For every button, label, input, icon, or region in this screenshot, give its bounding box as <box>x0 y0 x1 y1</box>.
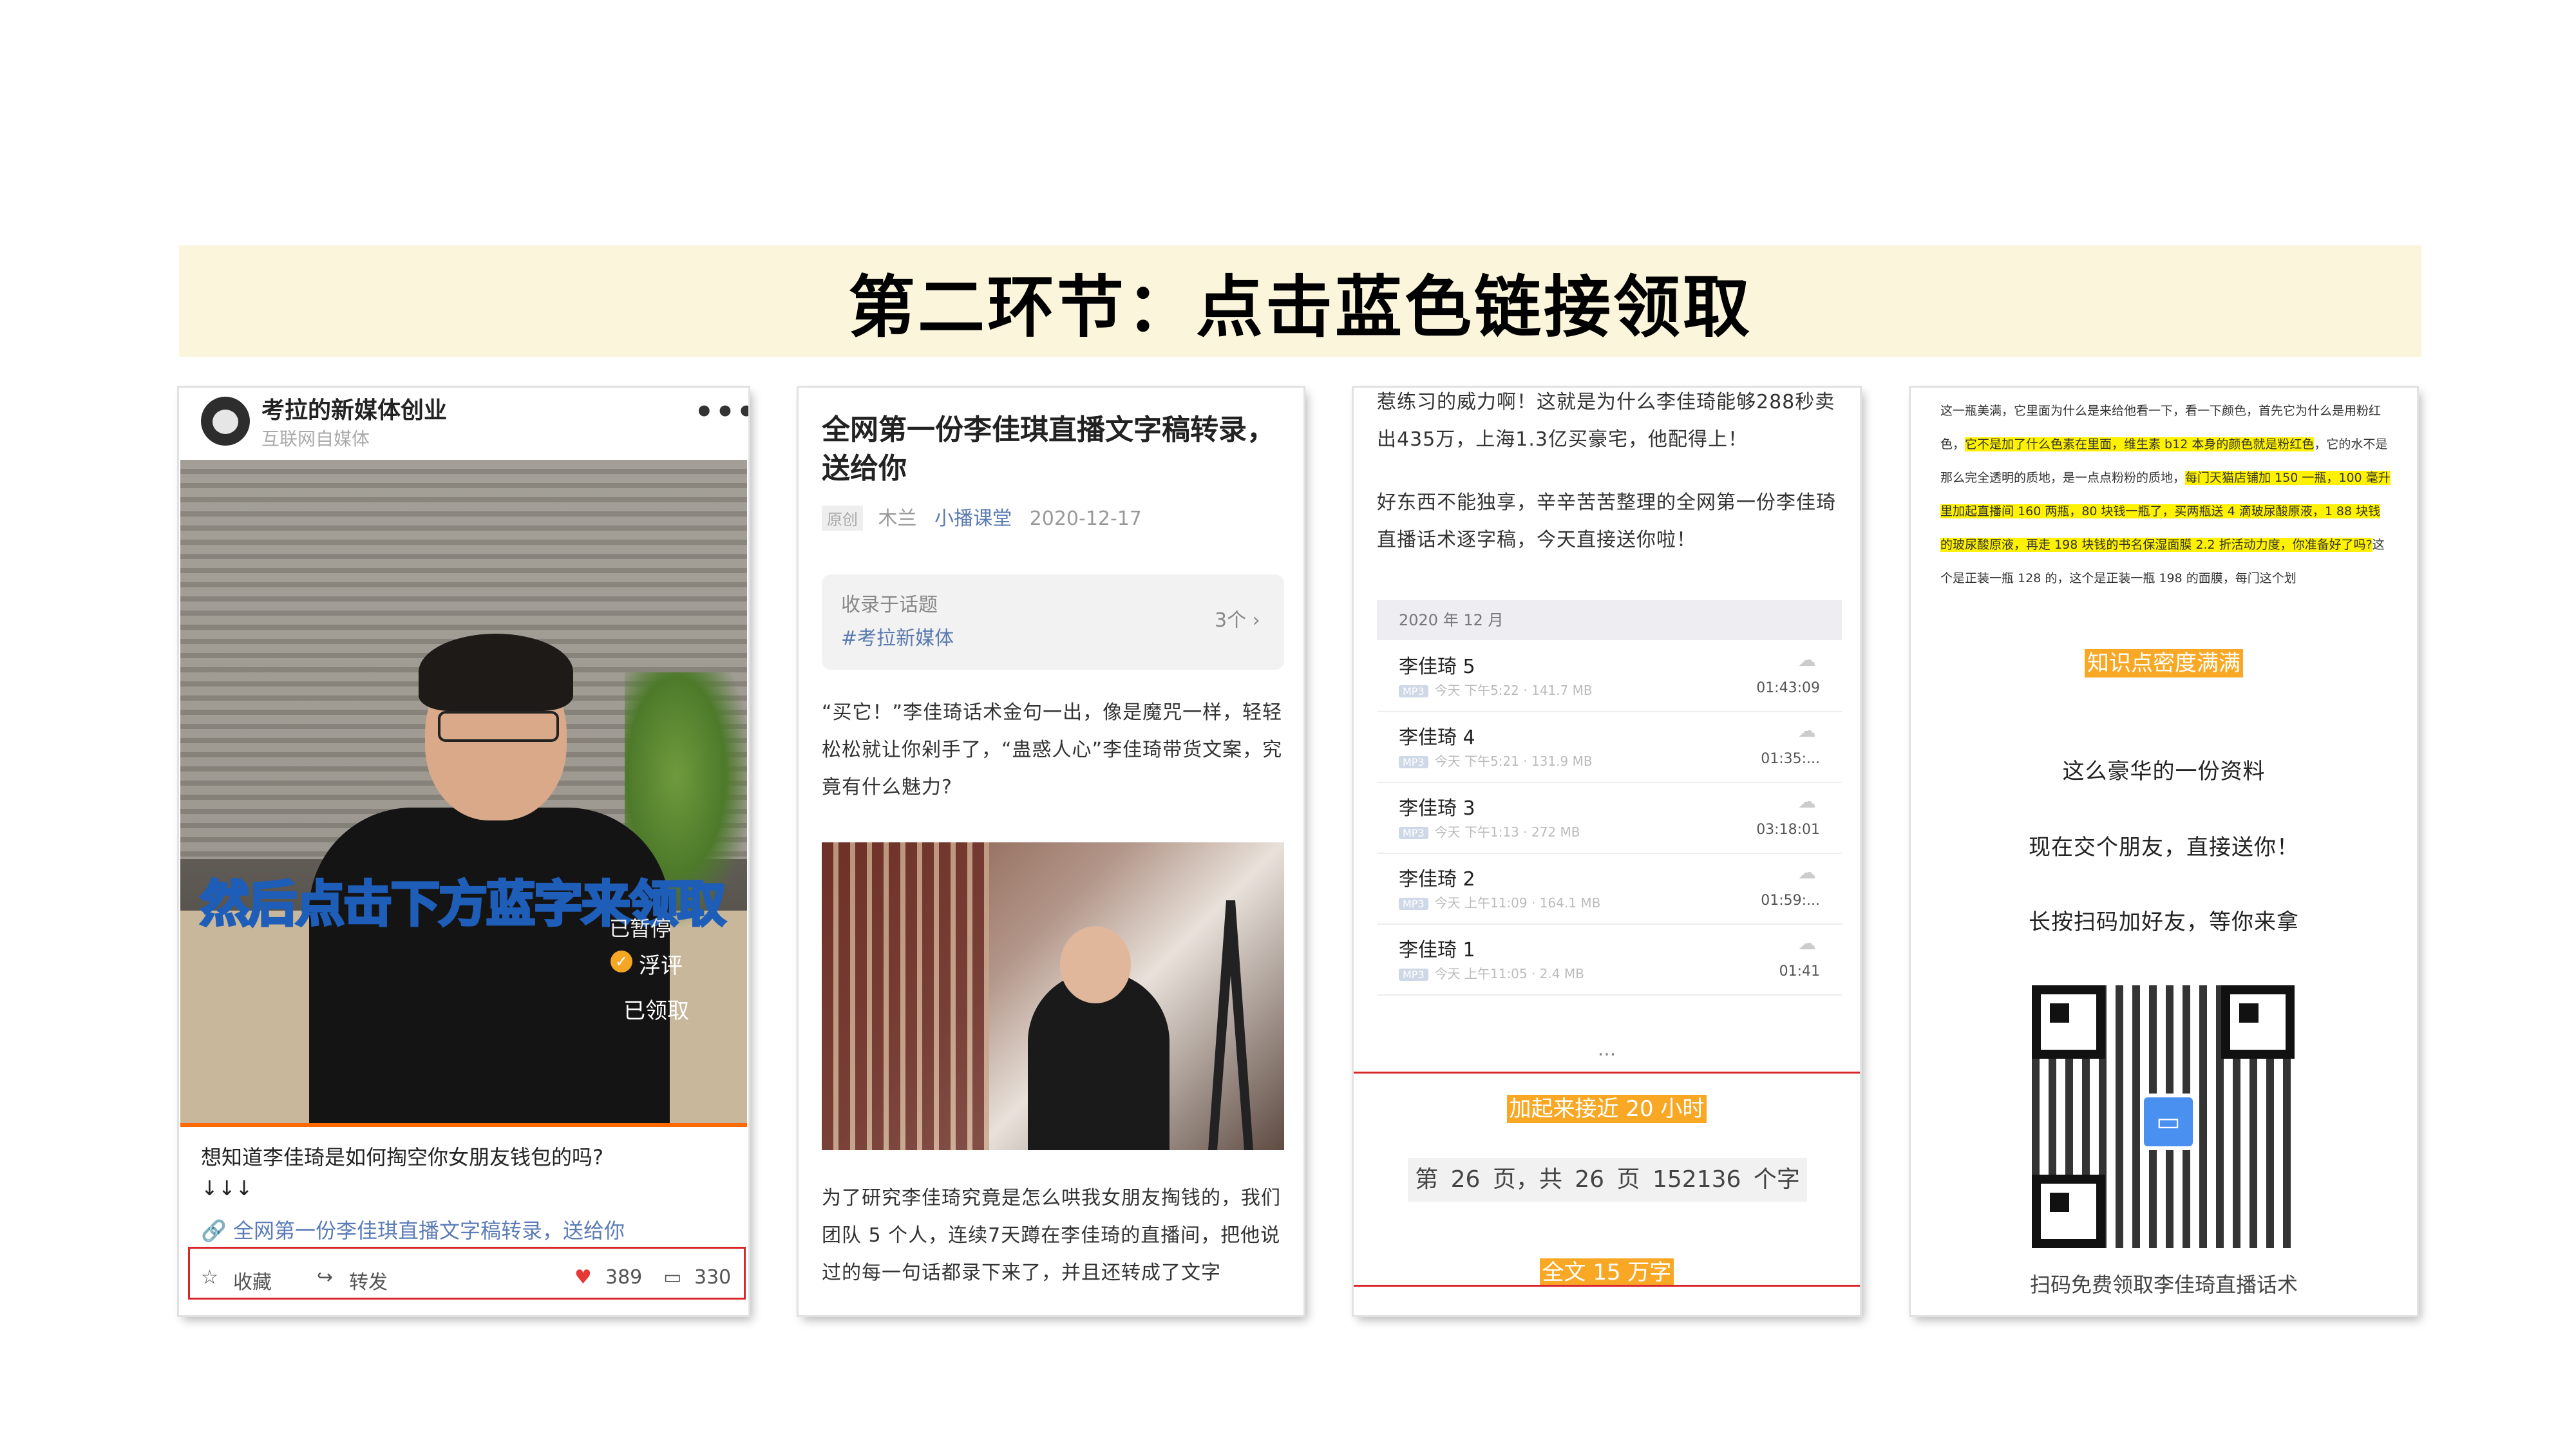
video-post-card: 考拉的新媒体创业 互联网自媒体 ••• 然后点击下方蓝字来领取 已暂停 ✓ 浮评… <box>179 388 748 1315</box>
cloud-icon[interactable]: ☁ <box>1798 720 1816 741</box>
file-meta: MP3 今天 上午11:05 · 2.4 MB <box>1399 963 1584 982</box>
file-meta-text: 今天 下午5:21 · 131.9 MB <box>1434 753 1593 769</box>
float-comment-toggle[interactable]: 浮评 <box>639 948 683 980</box>
topic-link[interactable]: #考拉新媒体 <box>841 622 954 650</box>
account-name[interactable]: 考拉的新媒体创业 <box>261 392 447 425</box>
audio-file-row[interactable]: 李佳琦 1 MP3 今天 上午11:05 · 2.4 MB ☁ 01:41 <box>1377 923 1842 996</box>
article-link[interactable]: 🔗 全网第一份李佳琪直播文字稿转录，送给你 <box>201 1215 625 1244</box>
cloud-icon[interactable]: ☁ <box>1798 791 1816 812</box>
knowledge-highlight: 知识点密度满满 <box>1911 645 2417 677</box>
audio-file-row[interactable]: 李佳琦 3 MP3 今天 下午1:13 · 272 MB ☁ 03:18:01 <box>1377 782 1842 854</box>
post-description: 想知道李佳琦是如何掏空你女朋友钱包的吗? <box>201 1145 603 1170</box>
presenter-hair <box>419 634 573 711</box>
promo-line-1: 这么豪华的一份资料 <box>2062 759 2266 784</box>
qr-finder-top-right <box>2221 985 2295 1059</box>
presenter-glasses <box>438 711 559 742</box>
host-head <box>1060 926 1131 1003</box>
claimed-label: 已领取 <box>623 998 689 1024</box>
file-meta-text: 今天 下午5:22 · 141.7 MB <box>1434 683 1593 698</box>
file-duration: 01:43:09 <box>1756 680 1820 696</box>
article-text-offer: 好东西不能独享，辛辛苦苦整理的全网第一份李佳琦直播话术逐字稿，今天直接送你啦！ <box>1377 491 1836 551</box>
article-body: 为了研究李佳琦究竟是怎么哄我女朋友掏钱的，我们团队 5 个人，连续7天蹲在李佳琦… <box>822 1187 1281 1284</box>
promo-line-3: 长按扫码加好友，等你来拿 <box>2029 909 2299 935</box>
audio-file-row[interactable]: 李佳琦 4 MP3 今天 下午5:21 · 131.9 MB ☁ 01:35:..… <box>1377 711 1842 783</box>
file-meta-text: 今天 上午11:05 · 2.4 MB <box>1434 966 1584 981</box>
qr-caption: 扫码免费领取李佳琦直播话术 <box>2029 1273 2298 1297</box>
cloud-icon[interactable]: ☁ <box>1798 933 1816 954</box>
more-options-icon[interactable]: ••• <box>694 394 748 430</box>
check-icon: ✓ <box>611 951 632 972</box>
video-progress-bar[interactable] <box>180 1123 747 1127</box>
qr-finder-top-left <box>2032 985 2105 1059</box>
mp3-tag: MP3 <box>1399 685 1428 697</box>
slide-title: 第二环节：点击蓝色链接领取 <box>848 268 1752 346</box>
file-name: 李佳琦 3 <box>1399 797 1475 820</box>
file-meta: MP3 今天 下午1:13 · 272 MB <box>1399 822 1580 840</box>
cloud-icon[interactable]: ☁ <box>1798 862 1816 883</box>
file-meta-text: 今天 上午11:09 · 164.1 MB <box>1434 895 1601 911</box>
account-subtitle: 互联网自媒体 <box>261 428 370 450</box>
file-name: 李佳琦 4 <box>1399 726 1475 749</box>
topic-box[interactable]: 收录于话题 #考拉新媒体 3个 › <box>822 574 1284 670</box>
article-text-top: 惹练习的威力啊！这就是为什么李佳琦能够288秒卖出435万，上海1.3亿买豪宅，… <box>1377 391 1835 451</box>
audio-files-card: 惹练习的威力啊！这就是为什么李佳琦能够288秒卖出435万，上海1.3亿买豪宅，… <box>1354 388 1860 1315</box>
cloud-icon[interactable]: ☁ <box>1798 649 1816 670</box>
article-link-text[interactable]: 全网第一份李佳琪直播文字稿转录，送给你 <box>233 1218 625 1243</box>
file-duration: 01:35:... <box>1761 751 1820 767</box>
file-name: 李佳琦 1 <box>1399 939 1475 961</box>
livestream-photo <box>822 842 1284 1150</box>
paused-label: 已暂停 <box>609 916 672 941</box>
lipstick-shelf <box>822 842 989 1150</box>
transcript-b: 它不是加了什么色素在里面，维生素 b12 本身的颜色就是粉红色 <box>1965 437 2315 451</box>
article-card: 全网第一份李佳琪直播文字稿转录，送给你 原创 木兰 小播课堂 2020-12-1… <box>799 388 1303 1315</box>
more-files-ellipsis: ... <box>1597 1038 1616 1061</box>
topic-label: 收录于话题 <box>841 594 938 616</box>
file-meta-text: 今天 下午1:13 · 272 MB <box>1434 824 1580 840</box>
article-date: 2020-12-17 <box>1029 507 1142 530</box>
promo-line-2: 现在交个朋友，直接送你！ <box>2029 835 2299 860</box>
article-author: 木兰 <box>878 507 917 530</box>
original-tag: 原创 <box>822 506 863 531</box>
article-meta: 原创 木兰 小播课堂 2020-12-17 <box>822 502 1142 531</box>
channel-link[interactable]: 小播课堂 <box>934 507 1012 530</box>
mp3-tag: MP3 <box>1399 969 1428 981</box>
article-title: 全网第一份李佳琪直播文字稿转录，送给你 <box>822 413 1275 485</box>
file-meta: MP3 今天 下午5:22 · 141.7 MB <box>1399 680 1593 699</box>
qr-code[interactable]: ▭ <box>2032 985 2295 1248</box>
file-name: 李佳琦 5 <box>1399 656 1475 678</box>
audio-file-row[interactable]: 李佳琦 2 MP3 今天 上午11:09 · 164.1 MB ☁ 01:59:.… <box>1377 853 1842 925</box>
down-arrows: ↓↓↓ <box>201 1176 253 1200</box>
transcript-excerpt: 这一瓶美满，它里面为什么是来给他看一下，看一下颜色，首先它为什么是用粉红色，它不… <box>1940 394 2391 595</box>
mp3-tag: MP3 <box>1399 898 1428 910</box>
mp3-tag: MP3 <box>1399 756 1428 768</box>
article-intro: “买它！”李佳琦话术金句一出，像是魔咒一样，轻轻松松就让你剁手了，“蛊惑人心”李… <box>822 701 1283 799</box>
link-icon: 🔗 <box>201 1218 227 1243</box>
mp3-tag: MP3 <box>1399 827 1428 839</box>
highlight-box-stats <box>1354 1072 1860 1287</box>
knowledge-highlight-text: 知识点密度满满 <box>2085 649 2243 677</box>
file-duration: 01:59:... <box>1761 893 1820 909</box>
title-banner: 第二环节：点击蓝色链接领取 <box>179 245 2421 357</box>
file-duration: 03:18:01 <box>1756 822 1820 838</box>
camera-tripod <box>1208 900 1253 1150</box>
transcript-qr-card: 这一瓶美满，它里面为什么是来给他看一下，看一下颜色，首先它为什么是用粉红色，它不… <box>1911 388 2417 1315</box>
topic-count[interactable]: 3个 › <box>1215 604 1260 632</box>
file-duration: 01:41 <box>1779 963 1820 980</box>
audio-file-row[interactable]: 李佳琦 5 MP3 今天 下午5:22 · 141.7 MB ☁ 01:43:09 <box>1377 640 1842 712</box>
month-header: 2020 年 12 月 <box>1377 600 1842 640</box>
audio-file-list: 2020 年 12 月 李佳琦 5 MP3 今天 下午5:22 · 141.7 M… <box>1377 600 1842 1005</box>
koala-avatar[interactable] <box>201 397 250 446</box>
qr-finder-bottom-left <box>2032 1175 2105 1248</box>
chat-logo-icon: ▭ <box>2140 1094 2197 1150</box>
highlight-box-link <box>188 1247 746 1300</box>
file-name: 李佳琦 2 <box>1399 868 1475 891</box>
file-meta: MP3 今天 上午11:09 · 164.1 MB <box>1399 893 1600 911</box>
file-meta: MP3 今天 下午5:21 · 131.9 MB <box>1399 751 1593 770</box>
